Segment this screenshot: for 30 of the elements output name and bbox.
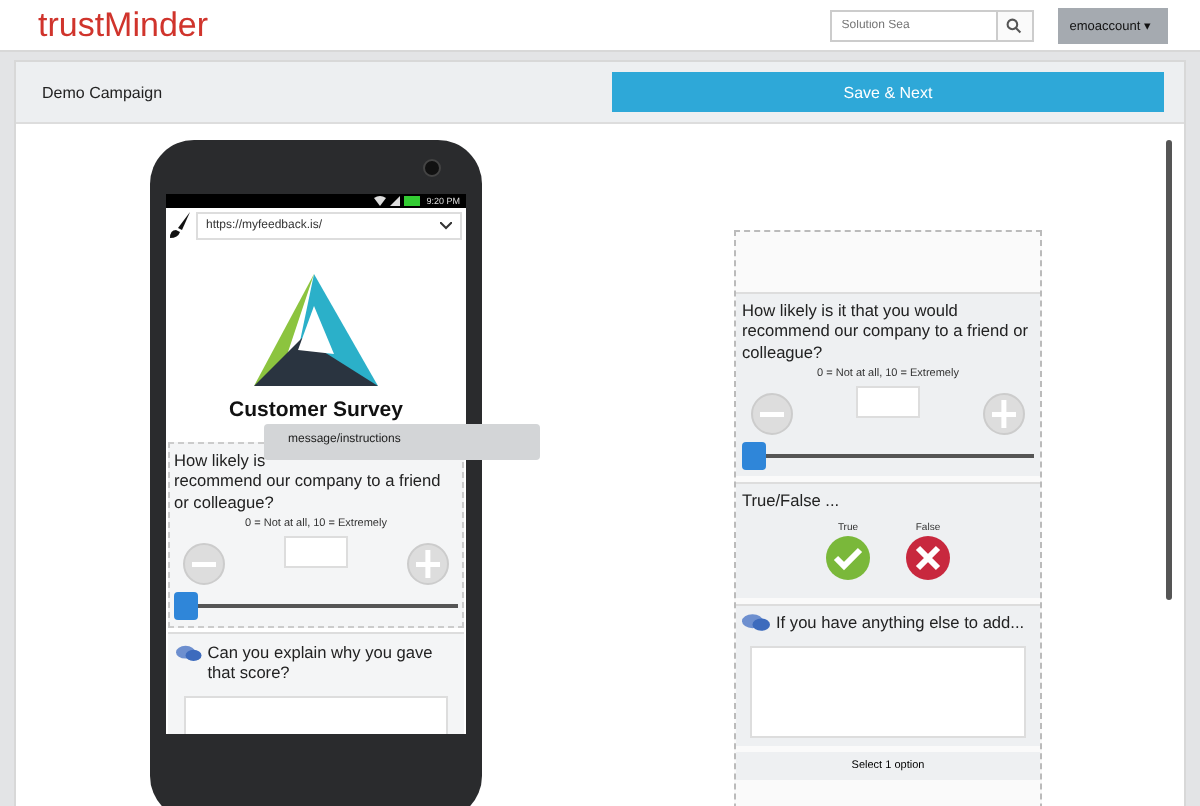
chevron-down-icon: [440, 222, 452, 230]
comment-prompt: Can you explain why you gave that score?: [207, 642, 435, 684]
question-text: How likely is: [174, 450, 266, 471]
logo: trustMinder: [38, 5, 209, 45]
campaign-title: Demo Campaign: [42, 83, 163, 101]
camera-icon: [422, 157, 442, 177]
survey-title: Customer Survey: [229, 398, 403, 422]
cross-icon[interactable]: [904, 534, 952, 583]
triangle-logo-icon: [254, 274, 378, 386]
comment-prompt: If you have anything else to add...: [776, 612, 1025, 634]
plus-icon[interactable]: [406, 542, 450, 587]
search-icon: [1006, 17, 1023, 33]
comment-field[interactable]: [184, 695, 448, 734]
search-button[interactable]: [997, 9, 1034, 41]
score-input[interactable]: [284, 536, 348, 569]
comment-field[interactable]: [750, 645, 1026, 738]
minus-icon[interactable]: [750, 392, 794, 437]
chat-bubbles-icon: [742, 612, 770, 633]
check-icon[interactable]: [824, 534, 872, 583]
brush-icon: [168, 212, 192, 240]
minus-icon[interactable]: [182, 542, 226, 587]
chat-bubbles-icon: [176, 642, 202, 665]
plus-icon[interactable]: [982, 392, 1026, 437]
question-text: recommend our company to a friend or colleague?: [174, 470, 443, 513]
status-icons-drawing: [374, 194, 423, 208]
score-input[interactable]: [856, 386, 920, 419]
true-false-title: True/False ...: [742, 490, 842, 511]
question-text: How likely is it that you would recommend our company to a friend or colleague?: [742, 300, 1030, 363]
score-slider[interactable]: [174, 592, 458, 621]
score-slider[interactable]: [742, 442, 1034, 471]
